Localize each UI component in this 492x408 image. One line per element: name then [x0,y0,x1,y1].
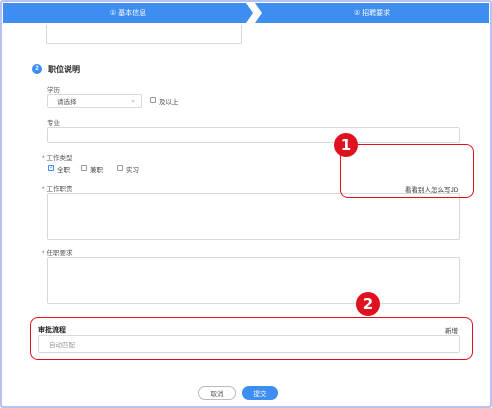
section-number-badge: 2 [32,64,42,74]
job-type-fulltime-label: 全职 [57,167,70,174]
education-select-value: 请选择 [57,99,77,106]
add-approval-link[interactable]: 新增 [445,325,458,335]
job-type-intern-label: 实习 [126,167,139,174]
major-input[interactable] [47,127,460,143]
job-type-parttime-label: 兼职 [90,167,103,174]
job-type-label-text: 工作类型 [46,155,73,162]
above-checkbox-label: 及以上 [159,99,179,106]
submit-button[interactable]: 提交 [242,386,278,400]
job-type-label: * 工作类型 [42,152,73,162]
duties-textarea[interactable] [47,193,460,240]
cancel-button[interactable]: 取消 [198,386,236,400]
annotation-marker-1: 1 [334,133,358,157]
section-title: 职位说明 [48,65,80,74]
job-type-parttime-checkbox[interactable] [81,165,87,171]
approval-auto-match-value: 自动匹配 [49,342,75,349]
requirements-label-text: 任职要求 [46,250,73,257]
chevron-down-icon: ⌄ [130,97,136,104]
approval-flow-title: 审批流程 [38,327,66,334]
step-requirements-label: ② 招聘要求 [353,10,391,17]
above-checkbox[interactable] [150,97,156,103]
duties-label: * 工作职责 [42,183,73,193]
step-basic-info-label: ① 基本信息 [109,10,147,17]
step-basic-info[interactable]: ① 基本信息 [3,3,253,23]
required-mark: * [42,250,45,257]
step-requirements[interactable]: ② 招聘要求 [255,3,489,23]
education-label: 学历 [47,87,60,94]
required-mark: * [42,155,45,162]
job-type-fulltime-checkbox[interactable] [48,164,54,171]
annotation-box-1 [340,144,474,198]
requirements-label: * 任职要求 [42,247,73,257]
step-bar: ① 基本信息 ② 招聘要求 [3,3,489,23]
education-select[interactable]: 请选择 ⌄ [47,94,142,108]
requirements-textarea[interactable] [47,257,460,304]
job-type-intern-checkbox[interactable] [117,165,123,171]
approval-auto-match-input[interactable]: 自动匹配 [38,335,460,353]
required-mark: * [42,186,45,193]
duties-label-text: 工作职责 [46,186,73,193]
annotation-marker-2: 2 [356,292,380,316]
previous-field-input[interactable] [46,25,242,44]
major-label: 专业 [47,120,60,127]
